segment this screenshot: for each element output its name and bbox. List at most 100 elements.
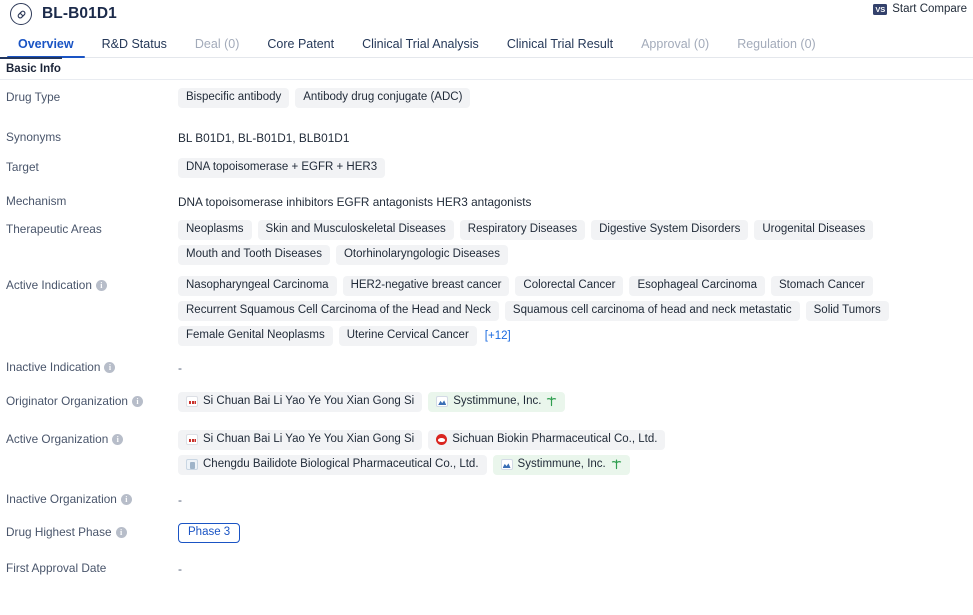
tab-bar: Overview R&D Status Deal (0) Core Patent… bbox=[0, 28, 973, 58]
label-text: Target bbox=[6, 160, 39, 174]
tag[interactable]: Stomach Cancer bbox=[771, 276, 873, 296]
label-text: Synonyms bbox=[6, 130, 62, 144]
tag[interactable]: Respiratory Diseases bbox=[459, 220, 586, 240]
basic-info-body: Drug Type Bispecific antibody Antibody d… bbox=[0, 80, 973, 577]
info-icon[interactable]: i bbox=[115, 527, 127, 538]
row-mechanism: Mechanism DNA topoisomerase inhibitors E… bbox=[0, 182, 973, 212]
label-text: Inactive Organization bbox=[6, 492, 117, 506]
tab-overview[interactable]: Overview bbox=[4, 37, 88, 58]
row-label-therapeutic-areas: Therapeutic Areas bbox=[6, 218, 178, 237]
row-label-drug-type: Drug Type bbox=[6, 86, 178, 105]
empty-value: - bbox=[178, 493, 182, 507]
row-label-inactive-indication: Inactive Indication i bbox=[6, 356, 178, 375]
row-value-therapeutic-areas: Neoplasms Skin and Musculoskeletal Disea… bbox=[178, 218, 967, 265]
organization-tag[interactable]: Sichuan Biokin Pharmaceutical Co., Ltd. bbox=[428, 430, 666, 450]
info-icon[interactable]: i bbox=[131, 396, 143, 407]
tag[interactable]: Mouth and Tooth Diseases bbox=[178, 245, 330, 265]
row-label-originator-organization: Originator Organization i bbox=[6, 390, 178, 409]
label-text: Active Organization bbox=[6, 432, 109, 446]
row-value-first-approval-date: - bbox=[178, 557, 967, 577]
tag[interactable]: Female Genital Neoplasms bbox=[178, 326, 333, 346]
tag[interactable]: Bispecific antibody bbox=[178, 88, 290, 108]
organization-name: Si Chuan Bai Li Yao Ye You Xian Gong Si bbox=[203, 433, 415, 445]
row-first-approval-date: First Approval Date - bbox=[0, 553, 973, 577]
organization-tag[interactable]: Si Chuan Bai Li Yao Ye You Xian Gong Si bbox=[178, 392, 423, 412]
row-value-target: DNA topoisomerase + EGFR + HER3 bbox=[178, 156, 967, 178]
row-value-mechanism: DNA topoisomerase inhibitors EGFR antago… bbox=[178, 195, 532, 209]
label-text: Drug Type bbox=[6, 90, 61, 104]
systimmune-logo-icon bbox=[436, 396, 449, 407]
tab-deal[interactable]: Deal (0) bbox=[181, 37, 253, 58]
biokin-logo-icon bbox=[436, 434, 448, 445]
tag[interactable]: Neoplasms bbox=[178, 220, 252, 240]
info-icon[interactable]: i bbox=[104, 362, 116, 373]
document-logo-icon bbox=[186, 459, 198, 470]
systimmune-logo-icon bbox=[500, 459, 513, 470]
row-drug-type: Drug Type Bispecific antibody Antibody d… bbox=[0, 86, 973, 114]
tag[interactable]: Recurrent Squamous Cell Carcinoma of the… bbox=[178, 301, 499, 321]
row-value-inactive-indication: - bbox=[178, 356, 967, 376]
organization-tag[interactable]: Si Chuan Bai Li Yao Ye You Xian Gong Si bbox=[178, 430, 423, 450]
start-compare-button[interactable]: VS Start Compare bbox=[873, 3, 967, 15]
empty-value: - bbox=[178, 562, 182, 576]
row-therapeutic-areas: Therapeutic Areas Neoplasms Skin and Mus… bbox=[0, 212, 973, 265]
tree-icon bbox=[611, 459, 621, 470]
show-more-indications-link[interactable]: [+12] bbox=[483, 326, 513, 346]
row-value-active-indication: Nasopharyngeal Carcinoma HER2-negative b… bbox=[178, 274, 967, 346]
tag[interactable]: Squamous cell carcinoma of head and neck… bbox=[504, 301, 800, 321]
tag[interactable]: Skin and Musculoskeletal Diseases bbox=[257, 220, 454, 240]
tree-icon bbox=[547, 396, 557, 407]
tag[interactable]: Uterine Cervical Cancer bbox=[338, 326, 477, 346]
organization-tag[interactable]: Chengdu Bailidote Biological Pharmaceuti… bbox=[178, 455, 487, 475]
info-icon[interactable]: i bbox=[120, 494, 132, 505]
label-text: Therapeutic Areas bbox=[6, 222, 102, 236]
row-target: Target DNA topoisomerase + EGFR + HER3 bbox=[0, 154, 973, 182]
tab-clinical-trial-result[interactable]: Clinical Trial Result bbox=[493, 37, 627, 58]
page-header: BL-B01D1 VS Start Compare bbox=[0, 0, 973, 28]
tag[interactable]: Colorectal Cancer bbox=[515, 276, 624, 296]
tab-regulation[interactable]: Regulation (0) bbox=[723, 37, 830, 58]
info-icon[interactable]: i bbox=[112, 434, 124, 445]
row-label-inactive-organization: Inactive Organization i bbox=[6, 488, 178, 507]
dots-logo-icon bbox=[186, 434, 198, 445]
status-badge-phase[interactable]: Phase 3 bbox=[178, 523, 241, 543]
tab-rd-status[interactable]: R&D Status bbox=[88, 37, 181, 58]
tag[interactable]: Urogenital Diseases bbox=[754, 220, 874, 240]
organization-name: Sichuan Biokin Pharmaceutical Co., Ltd. bbox=[452, 433, 658, 445]
row-active-indication: Active Indication i Nasopharyngeal Carci… bbox=[0, 265, 973, 346]
tag[interactable]: Antibody drug conjugate (ADC) bbox=[295, 88, 471, 108]
tab-approval[interactable]: Approval (0) bbox=[627, 37, 723, 58]
row-drug-highest-phase: Drug Highest Phase i Phase 3 bbox=[0, 517, 973, 553]
tag[interactable]: Otorhinolaryngologic Diseases bbox=[335, 245, 508, 265]
row-originator-organization: Originator Organization i Si Chuan Bai L… bbox=[0, 384, 973, 422]
label-text: First Approval Date bbox=[6, 561, 107, 575]
row-value-originator-organization: Si Chuan Bai Li Yao Ye You Xian Gong Si … bbox=[178, 390, 967, 412]
row-label-target: Target bbox=[6, 156, 178, 175]
tag[interactable]: Solid Tumors bbox=[805, 301, 889, 321]
tag[interactable]: DNA topoisomerase + EGFR + HER3 bbox=[178, 158, 386, 178]
organization-name: Si Chuan Bai Li Yao Ye You Xian Gong Si bbox=[203, 395, 415, 407]
capsule-icon bbox=[10, 3, 32, 25]
row-value-inactive-organization: - bbox=[178, 488, 967, 508]
label-text: Originator Organization bbox=[6, 394, 128, 408]
organization-tag[interactable]: Systimmune, Inc. bbox=[492, 455, 630, 475]
label-text: Drug Highest Phase bbox=[6, 525, 112, 539]
row-inactive-indication: Inactive Indication i - bbox=[0, 346, 973, 384]
tag[interactable]: HER2-negative breast cancer bbox=[342, 276, 510, 296]
tag[interactable]: Nasopharyngeal Carcinoma bbox=[178, 276, 337, 296]
label-text: Mechanism bbox=[6, 194, 67, 208]
section-header-basic-info: Basic Info bbox=[0, 57, 973, 80]
row-label-mechanism: Mechanism bbox=[6, 190, 178, 209]
start-compare-label: Start Compare bbox=[892, 3, 967, 15]
info-icon[interactable]: i bbox=[95, 280, 107, 291]
row-label-synonyms: Synonyms bbox=[6, 126, 178, 145]
organization-name: Chengdu Bailidote Biological Pharmaceuti… bbox=[203, 458, 479, 470]
organization-name: Systimmune, Inc. bbox=[517, 458, 606, 470]
vs-icon: VS bbox=[873, 3, 888, 15]
organization-tag[interactable]: Systimmune, Inc. bbox=[428, 392, 566, 412]
tab-clinical-trial-analysis[interactable]: Clinical Trial Analysis bbox=[348, 37, 493, 58]
tag[interactable]: Digestive System Disorders bbox=[591, 220, 749, 240]
row-value-drug-highest-phase: Phase 3 bbox=[178, 521, 967, 543]
tab-core-patent[interactable]: Core Patent bbox=[253, 37, 348, 58]
tag[interactable]: Esophageal Carcinoma bbox=[629, 276, 766, 296]
